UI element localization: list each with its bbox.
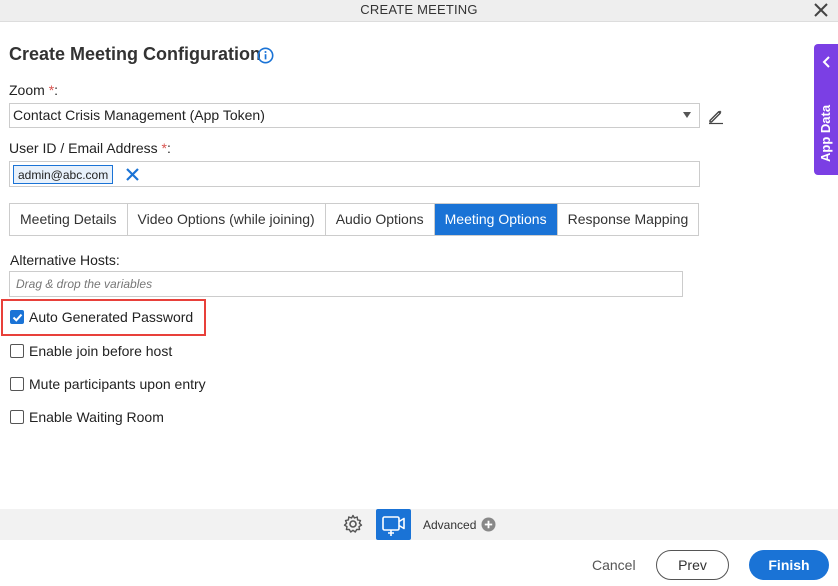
option-enable-waiting-room[interactable]: Enable Waiting Room <box>10 408 164 426</box>
video-add-icon <box>382 516 405 536</box>
cancel-button[interactable]: Cancel <box>592 557 636 573</box>
alternative-hosts-label: Alternative Hosts: <box>10 252 120 268</box>
title-bar: CREATE MEETING <box>0 0 838 22</box>
tab-video-options[interactable]: Video Options (while joining) <box>127 204 326 235</box>
user-label-text: User ID / Email Address <box>9 140 158 156</box>
alternative-hosts-input[interactable]: Drag & drop the variables <box>9 271 683 297</box>
checkmark-icon <box>12 313 23 322</box>
zoom-label: Zoom *: <box>9 82 58 98</box>
close-icon[interactable] <box>122 165 143 184</box>
checkbox-checked[interactable] <box>10 310 24 324</box>
finish-button[interactable]: Finish <box>749 550 829 580</box>
email-tag: admin@abc.com <box>13 165 114 184</box>
close-icon[interactable] <box>812 1 830 19</box>
add-video-button[interactable] <box>376 509 411 540</box>
tab-response-mapping[interactable]: Response Mapping <box>557 204 699 235</box>
page-title: Create Meeting Configuration <box>9 44 262 64</box>
option-label: Auto Generated Password <box>29 309 194 325</box>
zoom-selected-value: Contact Crisis Management (App Token) <box>13 107 265 123</box>
checkbox[interactable] <box>10 344 24 358</box>
tab-audio-options[interactable]: Audio Options <box>325 204 435 235</box>
app-data-label: App Data <box>818 104 833 162</box>
checkbox[interactable] <box>10 377 24 391</box>
checkbox[interactable] <box>10 410 24 424</box>
gear-icon[interactable] <box>342 513 364 535</box>
info-icon[interactable] <box>257 47 274 64</box>
advanced-link[interactable]: Advanced <box>423 518 476 532</box>
option-tabs: Meeting Details Video Options (while joi… <box>9 203 700 236</box>
option-label: Enable Waiting Room <box>29 409 164 425</box>
option-mute-participants[interactable]: Mute participants upon entry <box>10 375 206 393</box>
window-title: CREATE MEETING <box>360 2 478 17</box>
option-label: Enable join before host <box>29 343 173 359</box>
app-data-label-text: App Data <box>818 104 833 162</box>
option-label: Mute participants upon entry <box>29 376 206 392</box>
tab-meeting-options[interactable]: Meeting Options <box>434 204 558 235</box>
app-data-panel-toggle[interactable]: App Data <box>814 44 838 175</box>
option-auto-generated-password[interactable]: Auto Generated Password <box>10 308 193 326</box>
zoom-select[interactable]: Contact Crisis Management (App Token) <box>9 103 700 128</box>
user-email-field[interactable]: admin@abc.com <box>9 161 700 187</box>
label-colon: : <box>166 140 171 156</box>
chevron-left-icon <box>822 56 830 68</box>
user-label: User ID / Email Address *: <box>9 140 171 156</box>
footer-toolbar <box>0 509 838 540</box>
zoom-label-text: Zoom <box>9 82 45 98</box>
pencil-icon[interactable] <box>707 107 725 125</box>
prev-button[interactable]: Prev <box>656 550 729 580</box>
tab-meeting-details[interactable]: Meeting Details <box>10 204 128 235</box>
chevron-down-icon <box>683 112 691 118</box>
option-enable-join-before-host[interactable]: Enable join before host <box>10 342 172 360</box>
plus-circle-icon[interactable] <box>481 517 496 532</box>
label-colon: : <box>54 82 59 98</box>
